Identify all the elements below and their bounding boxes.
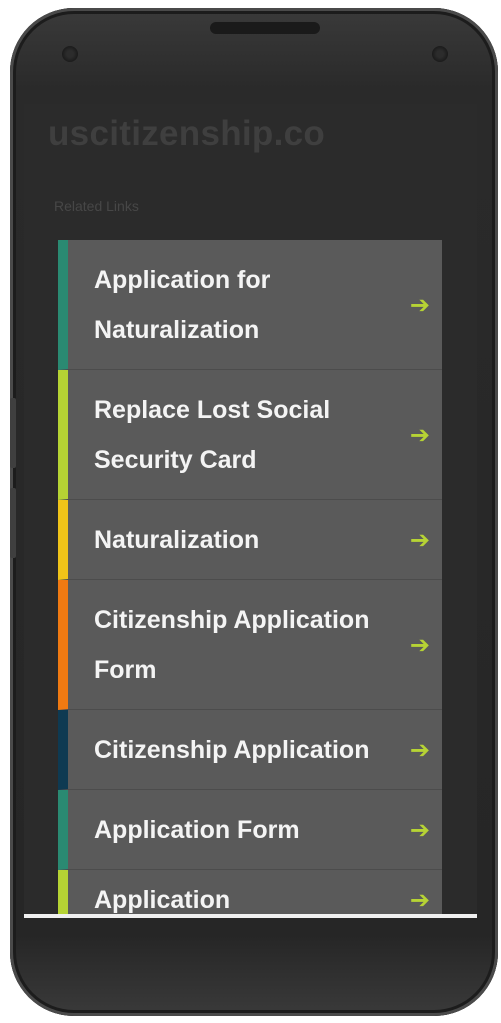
related-link-item[interactable]: Citizenship Application Form ➔ — [58, 580, 442, 710]
related-link-label: Replace Lost Social Security Card — [94, 395, 331, 474]
arrow-right-icon: ➔ — [409, 885, 430, 914]
arrow-right-icon: ➔ — [409, 420, 430, 449]
site-title[interactable]: uscitizenship.co — [48, 114, 325, 154]
screen-bottom-edge — [24, 914, 477, 918]
arrow-right-icon: ➔ — [409, 525, 430, 554]
related-link-item[interactable]: Application Form ➔ — [58, 790, 442, 870]
arrow-right-icon: ➔ — [409, 815, 430, 844]
volume-button — [10, 488, 16, 558]
arrow-right-icon: ➔ — [409, 630, 430, 659]
related-link-item[interactable]: Naturalization ➔ — [58, 500, 442, 580]
related-link-label: Naturalization — [94, 525, 260, 554]
volume-button — [10, 398, 16, 468]
phone-screen: uscitizenship.co Related Links Applicati… — [24, 104, 477, 914]
speaker-grille — [210, 22, 320, 34]
proximity-sensor-icon — [432, 46, 448, 62]
related-link-label: Application Form — [94, 815, 300, 844]
related-links-list: Application for Naturalization ➔ Replace… — [58, 240, 442, 914]
arrow-right-icon: ➔ — [409, 290, 430, 319]
related-link-label: Application for Naturalization — [94, 265, 271, 344]
related-link-item[interactable]: Replace Lost Social Security Card ➔ — [58, 370, 442, 500]
related-link-label: Citizenship Application — [94, 735, 370, 764]
related-link-label: Citizenship Application Form — [94, 605, 370, 684]
related-links-heading: Related Links — [54, 198, 139, 214]
related-link-item[interactable]: Application ➔ — [58, 870, 442, 914]
related-link-label: Application — [94, 885, 231, 914]
arrow-right-icon: ➔ — [409, 735, 430, 764]
front-camera-icon — [62, 46, 78, 62]
related-link-item[interactable]: Application for Naturalization ➔ — [58, 240, 442, 370]
related-link-item[interactable]: Citizenship Application ➔ — [58, 710, 442, 790]
